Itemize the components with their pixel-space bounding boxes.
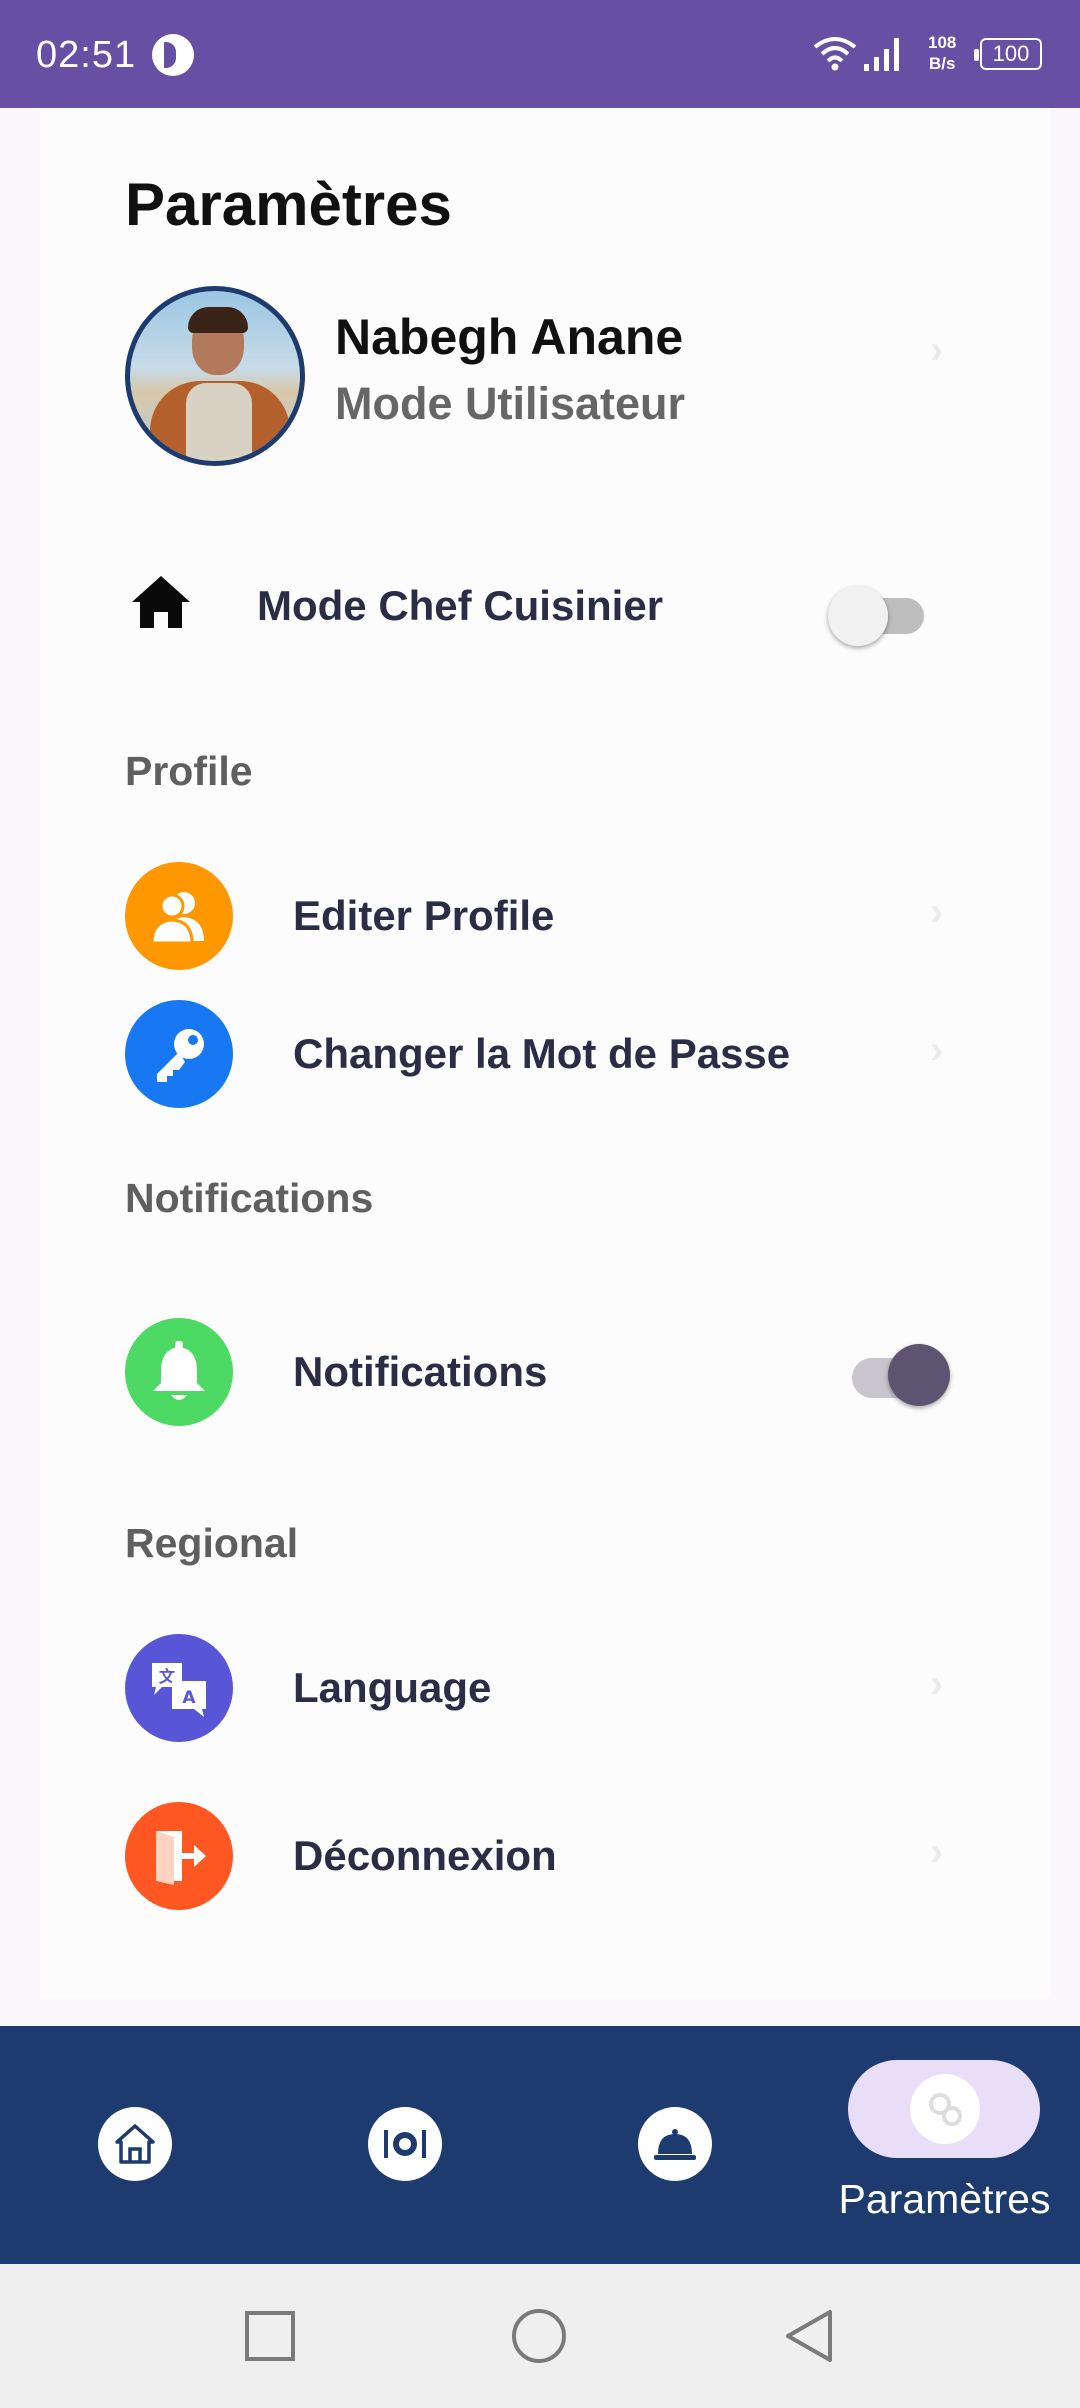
nav-dishes-button[interactable] [368, 2107, 442, 2181]
settings-screen: Paramètres Nabegh Anane Mode Utilisateur… [0, 108, 1080, 2026]
chef-mode-toggle[interactable] [828, 582, 924, 646]
nav-orders-button[interactable] [638, 2107, 712, 2181]
users-icon [125, 862, 233, 970]
key-icon [125, 1000, 233, 1108]
section-title-notifications: Notifications [125, 1175, 374, 1221]
edit-profile-chevron-right-icon[interactable]: › [930, 890, 943, 935]
settings-gears-icon [910, 2074, 980, 2144]
translate-icon: 文 A [125, 1634, 233, 1742]
door-exit-icon [125, 1802, 233, 1910]
home-icon [132, 576, 190, 628]
back-triangle-icon[interactable] [784, 2308, 834, 2364]
speed-unit: B/s [928, 54, 956, 73]
wifi-icon [813, 37, 857, 71]
notifications-toggle[interactable] [852, 1344, 952, 1408]
avatar[interactable] [125, 286, 305, 466]
avatar-hair [188, 307, 248, 333]
language-chevron-right-icon[interactable]: › [930, 1662, 943, 1707]
network-speed: 108 B/s [928, 32, 956, 74]
status-time: 02:51 [36, 34, 137, 76]
chef-mode-toggle-knob [828, 586, 888, 646]
plate-cutlery-icon [384, 2130, 426, 2158]
bell-icon [125, 1318, 233, 1426]
home-circle-icon[interactable] [511, 2308, 567, 2364]
change-password-chevron-right-icon[interactable]: › [930, 1028, 943, 1073]
battery-icon: 100 [974, 38, 1042, 70]
nav-home-button[interactable] [98, 2107, 172, 2181]
home-outline-icon [115, 2124, 155, 2164]
status-bar: 02:51 108 B/s 100 [0, 0, 1080, 108]
notifications-label: Notifications [293, 1348, 548, 1395]
edit-profile-label[interactable]: Editer Profile [293, 892, 554, 940]
user-mode: Mode Utilisateur [335, 378, 686, 429]
signal-icon [864, 38, 899, 71]
chef-mode-label: Mode Chef Cuisinier [257, 582, 664, 629]
cloche-icon [654, 2129, 696, 2160]
svg-text:A: A [182, 1688, 196, 1708]
speed-value: 108 [928, 33, 957, 52]
app-notification-icon [152, 34, 194, 76]
logout-chevron-right-icon[interactable]: › [930, 1830, 943, 1875]
page-title: Paramètres [125, 171, 452, 238]
section-title-regional: Regional [125, 1520, 299, 1566]
nav-settings-label: Paramètres [838, 2176, 1051, 2222]
logout-label[interactable]: Déconnexion [293, 1832, 557, 1880]
change-password-label[interactable]: Changer la Mot de Passe [293, 1030, 790, 1078]
user-name[interactable]: Nabegh Anane [335, 308, 683, 366]
language-label[interactable]: Language [293, 1664, 491, 1712]
recents-square-icon[interactable] [244, 2310, 296, 2362]
bottom-navigation: Paramètres [0, 2026, 1080, 2264]
notifications-toggle-knob [888, 1344, 950, 1406]
system-navigation-bar [0, 2264, 1080, 2408]
section-title-profile: Profile [125, 748, 253, 794]
nav-settings-button[interactable] [848, 2060, 1040, 2158]
avatar-hoodie [186, 383, 252, 461]
profile-chevron-right-icon[interactable]: › [930, 328, 943, 373]
